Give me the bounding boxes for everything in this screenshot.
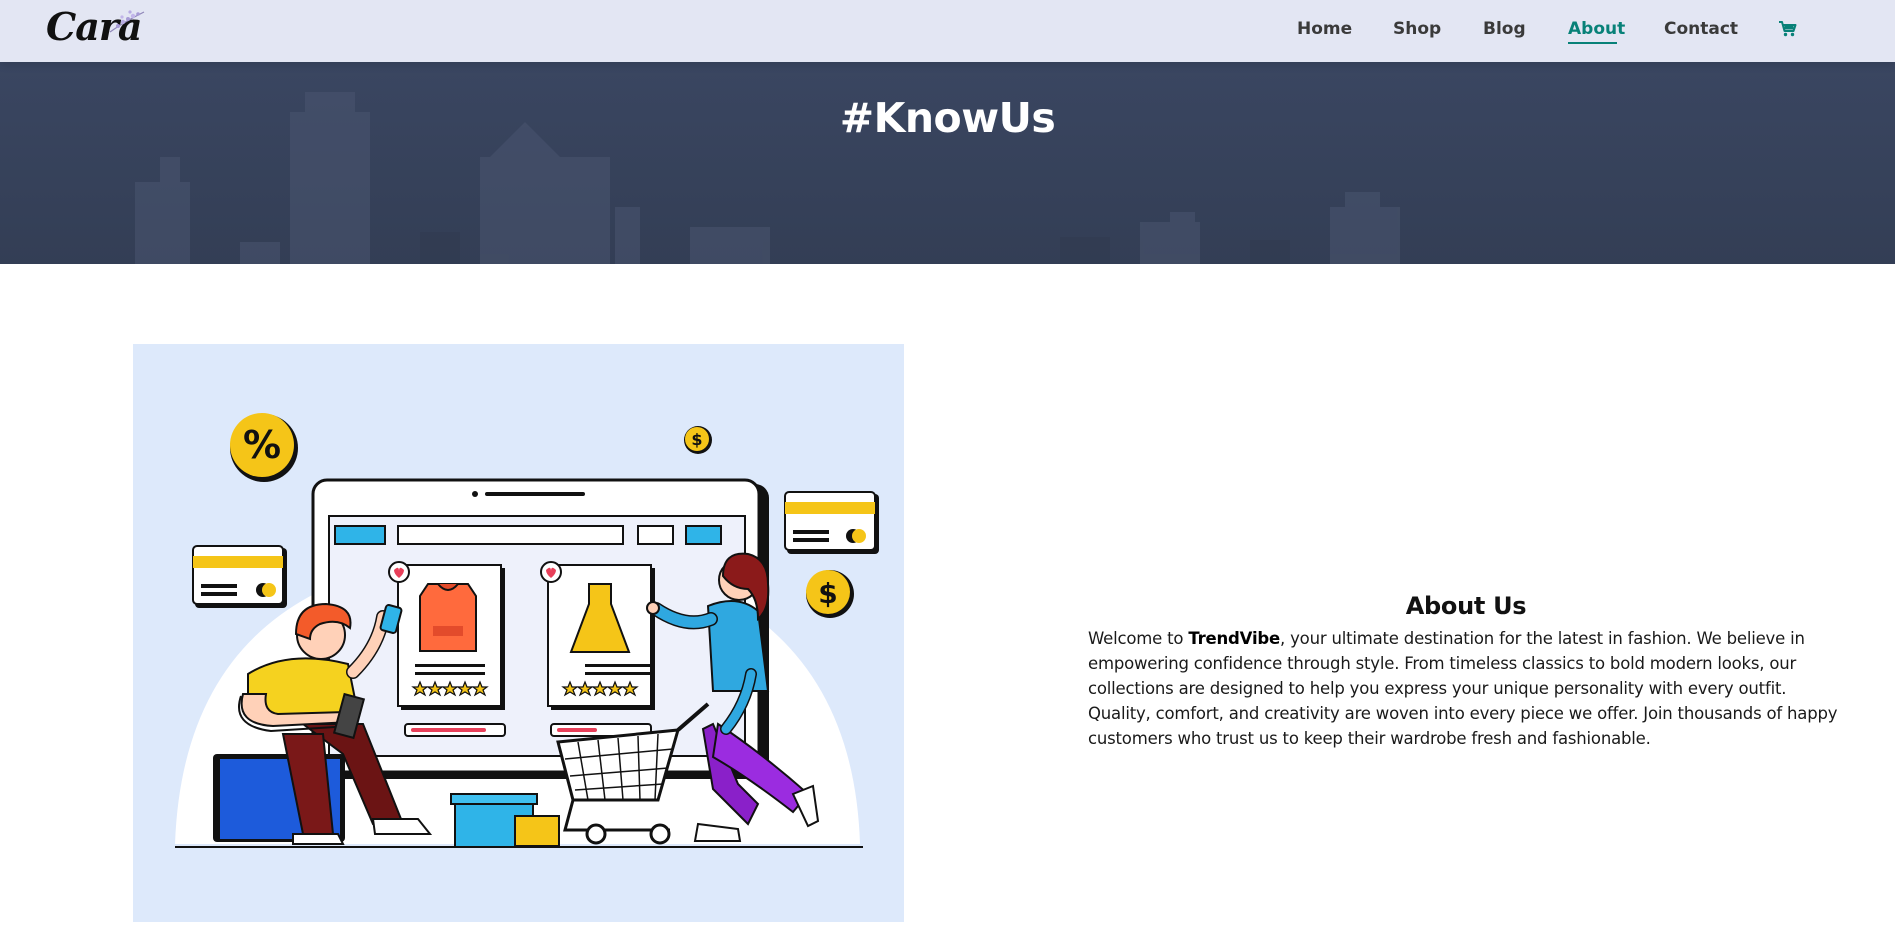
about-brand-name: TrendVibe xyxy=(1188,629,1281,648)
svg-text:%: % xyxy=(243,423,281,467)
nav-link-contact[interactable]: Contact xyxy=(1664,19,1738,39)
hero-title: #KnowUs xyxy=(839,94,1056,142)
brand-logo[interactable]: Cara xyxy=(46,2,146,58)
credit-card-right-icon xyxy=(784,491,879,554)
credit-card-left-icon xyxy=(192,545,287,608)
svg-text:$: $ xyxy=(691,430,702,449)
nav-link-blog[interactable]: Blog xyxy=(1483,19,1526,39)
hero-banner: #KnowUs xyxy=(0,62,1895,264)
nav-link-about[interactable]: About xyxy=(1568,19,1625,39)
nav-link-shop[interactable]: Shop xyxy=(1393,19,1441,39)
product-card-dress xyxy=(540,561,655,737)
lavender-sprig-icon xyxy=(109,10,145,33)
dollar-coin-icon: $ xyxy=(684,426,712,454)
about-title: About Us xyxy=(1405,592,1527,620)
about-intro-prefix: Welcome to xyxy=(1088,629,1189,648)
city-skyline-background xyxy=(0,62,1895,264)
active-nav-underline xyxy=(1568,42,1617,44)
dollar-coin-large-icon: $ xyxy=(806,570,854,618)
site-header: Cara Home Shop Blog About Contact xyxy=(0,0,1895,62)
about-description: Welcome to TrendVibe, your ultimate dest… xyxy=(1088,626,1848,751)
svg-text:$: $ xyxy=(818,577,837,610)
about-illustration: % $ $ xyxy=(133,344,904,922)
about-section: About Us Welcome to TrendVibe, your ulti… xyxy=(1088,592,1848,751)
nav-link-home[interactable]: Home xyxy=(1297,19,1352,39)
cart-icon[interactable] xyxy=(1778,19,1798,39)
online-shopping-illustration: % $ $ xyxy=(175,413,879,848)
product-card-vest xyxy=(388,561,506,737)
discount-percent-icon: % xyxy=(230,413,298,482)
